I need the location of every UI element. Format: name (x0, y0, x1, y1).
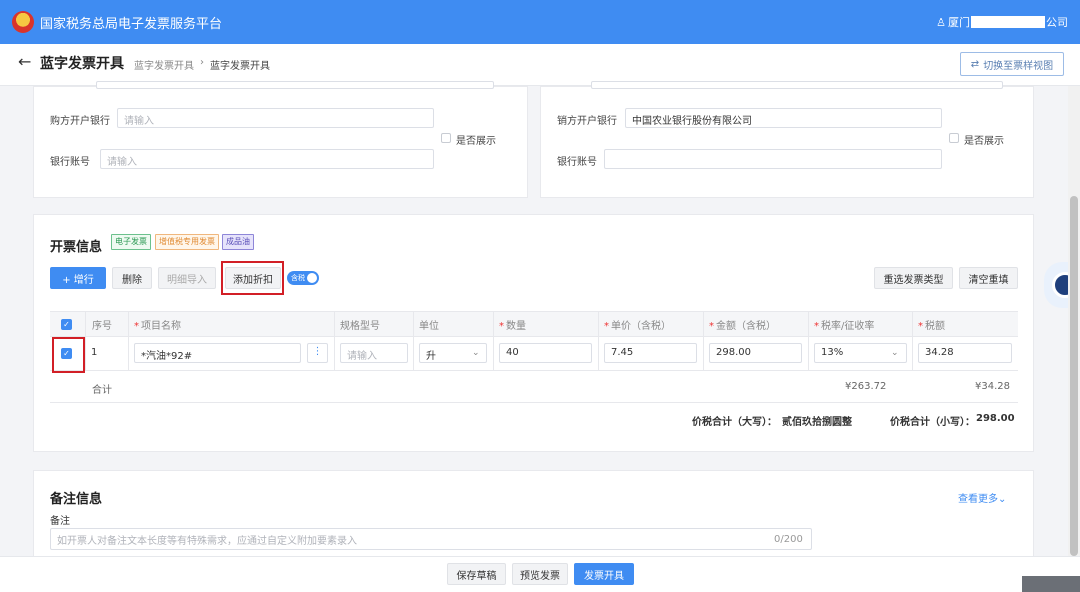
switch-view-button[interactable]: ⇄ 切换至票样视图 (960, 52, 1064, 76)
app-title: 国家税务总局电子发票服务平台 (40, 16, 223, 32)
preview-invoice-button[interactable]: 预览发票 (512, 563, 568, 585)
save-draft-button[interactable]: 保存草稿 (447, 563, 506, 585)
seller-previous-field[interactable] (591, 81, 1003, 89)
grand-total-lower: 298.00 (976, 413, 1015, 424)
seller-account-label: 银行账号 (557, 157, 597, 168)
user-name-mask (971, 16, 1045, 28)
remarks-section-title: 备注信息 (50, 492, 103, 507)
grand-total-upper: 贰佰玖拾捌圆整 (782, 417, 852, 428)
spec-input[interactable]: 请输入 (340, 343, 408, 363)
add-row-button[interactable]: + 增行 (50, 267, 106, 289)
tag-refined-oil: 成品油 (222, 234, 254, 250)
buyer-previous-field[interactable] (96, 81, 494, 89)
view-more-link[interactable]: 查看更多⌄ (958, 490, 1006, 505)
total-label: 合计 (92, 385, 112, 396)
col-tax-rate: * 税率/征收率 (814, 321, 875, 332)
seller-bank-label: 销方开户银行 (557, 116, 617, 127)
col-tax: * 税额 (918, 321, 945, 332)
user-menu[interactable]: ♙ 厦门 公司 (936, 14, 1068, 30)
col-divider (413, 311, 414, 371)
issue-invoice-button[interactable]: 发票开具 (574, 563, 634, 585)
tax-rate-chevron-down-icon: ⌄ (891, 348, 899, 358)
user-icon: ♙ (936, 15, 946, 29)
page-title: 蓝字发票开具 (40, 56, 124, 72)
col-quantity: * 数量 (499, 321, 526, 332)
reselect-invoice-type-button[interactable]: 重选发票类型 (874, 267, 953, 289)
tax-included-toggle[interactable]: 含税 (287, 271, 319, 285)
unit-chevron-down-icon: ⌄ (472, 348, 480, 358)
more-options-icon[interactable]: ⋮ (307, 343, 328, 363)
row-divider (50, 402, 1018, 403)
system-tray (1022, 576, 1080, 592)
col-item-name: * 项目名称 (134, 321, 181, 332)
breadcrumb: 蓝字发票开具 › 蓝字发票开具 (134, 57, 270, 72)
swap-icon: ⇄ (970, 58, 980, 70)
buyer-bank-input[interactable]: 请输入 (117, 108, 434, 128)
col-divider (85, 311, 86, 371)
tag-vat-special-invoice: 增值税专用发票 (155, 234, 219, 250)
buyer-account-label: 银行账号 (50, 157, 90, 168)
seller-info-card (540, 81, 1034, 198)
back-arrow-icon[interactable]: ← (18, 52, 31, 71)
highlight-discount-box (221, 261, 284, 295)
page-header: ← 蓝字发票开具 蓝字发票开具 › 蓝字发票开具 ⇄ 切换至票样视图 (0, 44, 1080, 86)
unit-price-input[interactable]: 7.45 (604, 343, 697, 363)
col-divider (598, 311, 599, 371)
col-divider (334, 311, 335, 371)
switch-view-label: 切换至票样视图 (983, 60, 1054, 72)
import-detail-button[interactable]: 明细导入 (158, 267, 216, 289)
tax-input[interactable]: 34.28 (918, 343, 1012, 363)
col-divider (912, 311, 913, 371)
row-divider (50, 370, 1018, 371)
seller-show-checkbox[interactable] (949, 133, 959, 143)
quantity-input[interactable]: 40 (499, 343, 592, 363)
seller-account-input[interactable] (604, 149, 942, 169)
scroll-thumb[interactable] (1070, 196, 1078, 556)
page-scrollbar[interactable] (1068, 86, 1080, 556)
tag-electronic-invoice: 电子发票 (111, 234, 151, 250)
seller-show-label: 是否展示 (964, 136, 1004, 147)
total-tax: ¥34.28 (975, 381, 1010, 392)
col-divider (128, 311, 129, 371)
tax-emblem-icon (12, 11, 34, 33)
buyer-show-label: 是否展示 (456, 136, 496, 147)
breadcrumb-parent[interactable]: 蓝字发票开具 (134, 57, 194, 72)
remarks-card (33, 470, 1034, 570)
highlight-row-checkbox-box (52, 337, 85, 373)
col-amount: * 金额（含税） (709, 321, 776, 332)
item-name-input[interactable]: *汽油*92# (134, 343, 301, 363)
delete-button[interactable]: 删除 (112, 267, 152, 289)
seller-bank-input[interactable]: 中国农业银行股份有限公司 (625, 108, 942, 128)
total-amount: ¥263.72 (845, 381, 887, 392)
select-all-checkbox[interactable]: ✓ (61, 319, 72, 330)
col-divider (703, 311, 704, 371)
buyer-show-checkbox[interactable] (441, 133, 451, 143)
remarks-counter: 0/200 (774, 534, 803, 545)
col-divider (493, 311, 494, 371)
row-index: 1 (91, 347, 98, 358)
col-unit-price: * 单价（含税） (604, 321, 671, 332)
buyer-info-card (33, 81, 528, 198)
buyer-account-input[interactable]: 请输入 (100, 149, 434, 169)
grand-total-upper-label: 价税合计（大写）： (692, 417, 777, 428)
amount-input[interactable]: 298.00 (709, 343, 802, 363)
chevron-down-icon: ⌄ (998, 494, 1007, 505)
col-index: 序号 (92, 321, 112, 332)
clear-refill-button[interactable]: 清空重填 (959, 267, 1018, 289)
user-suffix: 公司 (1046, 16, 1068, 29)
remarks-label: 备注 (50, 516, 70, 527)
buyer-bank-label: 购方开户银行 (50, 116, 110, 127)
breadcrumb-separator-icon: › (200, 57, 204, 68)
user-prefix: 厦门 (948, 16, 970, 29)
breadcrumb-current: 蓝字发票开具 (210, 61, 270, 72)
remarks-textarea[interactable]: 如开票人对备注文本长度等有特殊需求，应通过自定义附加要素录入 (50, 528, 812, 550)
top-bar: 国家税务总局电子发票服务平台 ♙ 厦门 公司 (0, 0, 1080, 44)
invoice-section-title: 开票信息 (50, 240, 103, 255)
grand-total-lower-label: 价税合计（小写）： (890, 417, 975, 428)
col-unit: 单位 (419, 321, 439, 332)
col-divider (808, 311, 809, 371)
col-spec: 规格型号 (340, 321, 380, 332)
